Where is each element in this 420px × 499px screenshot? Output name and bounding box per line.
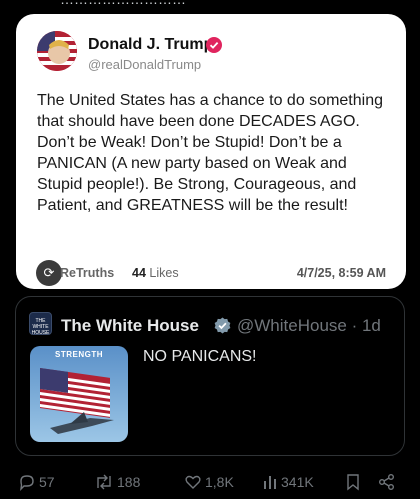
share-icon: [379, 474, 394, 490]
media-thumbnail[interactable]: STRENGTH: [30, 346, 128, 442]
cropped-text-line: ………………………: [0, 0, 420, 10]
repost-button[interactable]: 188: [94, 472, 140, 492]
truth-body-text: The United States has a chance to do som…: [37, 92, 383, 214]
quoted-post-card[interactable]: THE WHITE HOUSE The White House @WhiteHo…: [15, 296, 405, 456]
white-house-avatar[interactable]: THE WHITE HOUSE: [29, 312, 52, 336]
likes-count[interactable]: 44 Likes: [132, 266, 179, 280]
like-button[interactable]: 1,8K: [184, 472, 234, 492]
repost-count: 188: [117, 474, 141, 490]
verified-badge-icon: [206, 37, 222, 53]
verified-badge-icon: [214, 317, 231, 334]
retruths-label[interactable]: ReTruths: [60, 266, 114, 280]
media-caption: STRENGTH: [55, 350, 103, 359]
post-date: 4/7/25, 8:59 AM: [296, 266, 386, 280]
reply-button[interactable]: 57: [18, 472, 55, 492]
quoted-author-handle[interactable]: @WhiteHouse · 1d: [237, 316, 381, 336]
bookmark-button[interactable]: [345, 472, 364, 492]
views-icon: [264, 476, 276, 489]
share-button[interactable]: [378, 472, 399, 492]
reply-icon: [20, 475, 34, 491]
views-button[interactable]: 341K: [262, 472, 314, 492]
truth-footer: ⟳ ReTruths 44 Likes 4/7/25, 8:59 AM: [36, 260, 386, 286]
bookmark-icon: [347, 474, 359, 491]
view-count: 341K: [281, 474, 314, 490]
quoted-post-text: NO PANICANS!: [143, 348, 257, 365]
quoted-author-name[interactable]: The White House: [61, 316, 199, 336]
truth-social-card: Donald J. Trump @realDonaldTrump The Uni…: [16, 14, 406, 289]
author-avatar[interactable]: [37, 31, 77, 71]
flag-jet-image: [40, 368, 114, 434]
repost-icon: [97, 474, 111, 490]
heart-icon: [185, 475, 201, 489]
author-name[interactable]: Donald J. Trump: [88, 36, 213, 54]
like-count: 1,8K: [205, 474, 234, 490]
reply-count: 57: [39, 474, 55, 490]
author-handle[interactable]: @realDonaldTrump: [88, 57, 201, 72]
retruth-icon[interactable]: ⟳: [36, 260, 62, 286]
